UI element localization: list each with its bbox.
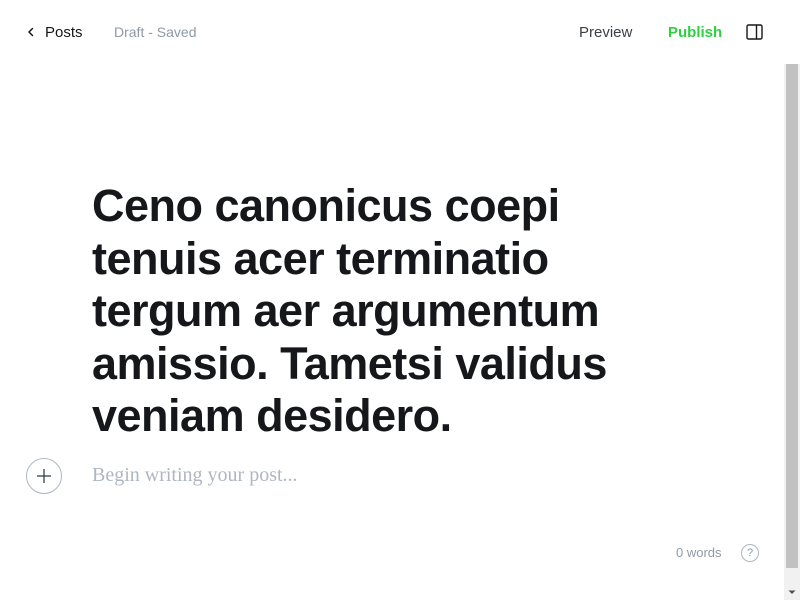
back-to-posts-link[interactable]: Posts <box>26 22 83 42</box>
scrollbar-thumb[interactable] <box>786 64 798 568</box>
preview-button[interactable]: Preview <box>579 24 632 41</box>
back-link-label: Posts <box>45 23 83 41</box>
add-card-button[interactable] <box>26 458 62 494</box>
draft-status: Draft - Saved <box>114 24 197 40</box>
help-icon[interactable]: ? <box>741 544 759 562</box>
publish-button[interactable]: Publish <box>668 24 722 41</box>
word-count: 0 words <box>676 545 722 560</box>
chevron-left-icon <box>28 27 34 37</box>
post-body-placeholder[interactable]: Begin writing your post... <box>92 464 692 487</box>
editor-header: Posts Draft - Saved Preview Publish <box>0 0 800 64</box>
scroll-down-arrow-icon[interactable] <box>784 584 800 600</box>
post-title[interactable]: Ceno canonicus coepi tenuis acer termina… <box>92 180 672 443</box>
sidebar-toggle-icon[interactable] <box>746 24 763 40</box>
plus-icon <box>37 469 51 483</box>
